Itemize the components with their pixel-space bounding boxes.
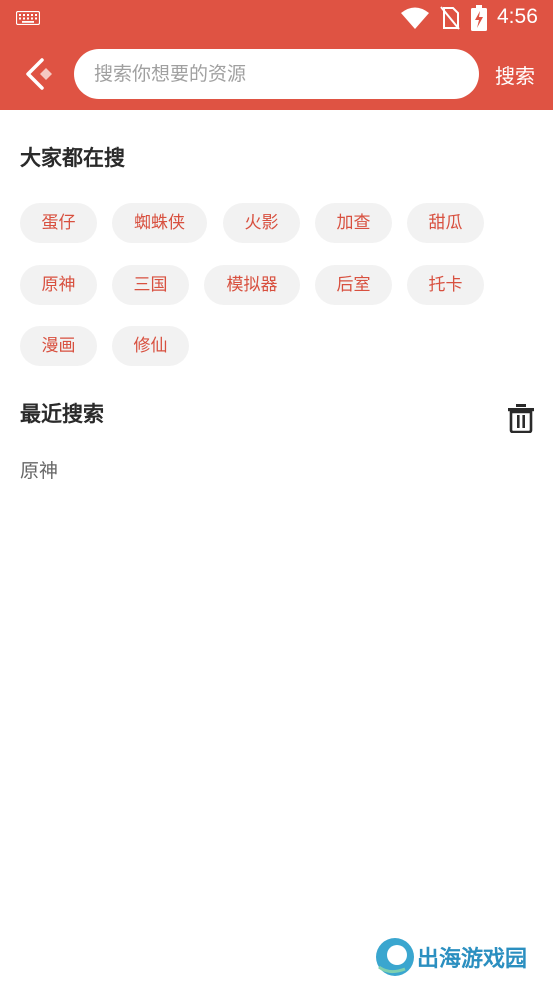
hot-tag[interactable]: 漫画 (20, 326, 97, 366)
watermark: 出海游戏园 (375, 937, 535, 977)
wifi-icon (401, 7, 429, 29)
hot-tag[interactable]: 蜘蛛侠 (112, 203, 207, 243)
recent-searches-title: 最近搜索 (20, 402, 104, 426)
status-bar: 4:56 (0, 0, 553, 36)
hot-tag[interactable]: 模拟器 (204, 265, 300, 305)
hot-tag[interactable]: 三国 (112, 265, 189, 305)
hot-searches-title: 大家都在搜 (20, 146, 125, 170)
search-input[interactable] (94, 49, 464, 99)
search-box[interactable] (74, 49, 479, 99)
hot-tag[interactable]: 甜瓜 (407, 203, 484, 243)
watermark-text: 出海游戏园 (417, 947, 528, 972)
back-button[interactable] (18, 54, 58, 94)
no-sim-icon (440, 6, 460, 30)
status-time: 4:56 (497, 5, 538, 28)
app-header: 4:56 搜索 (0, 0, 553, 110)
hot-tag[interactable]: 蛋仔 (20, 203, 97, 243)
hot-tag[interactable]: 修仙 (112, 326, 189, 366)
recent-search-item[interactable]: 原神 (20, 456, 58, 483)
hot-tag[interactable]: 加查 (315, 203, 392, 243)
trash-icon[interactable] (507, 403, 535, 433)
hot-tag[interactable]: 火影 (223, 203, 300, 243)
keyboard-icon (16, 11, 40, 25)
battery-charging-icon (471, 5, 487, 31)
watermark-logo-icon (376, 938, 414, 976)
hot-tag[interactable]: 后室 (315, 265, 392, 305)
hot-tag[interactable]: 托卡 (407, 265, 484, 305)
search-button[interactable]: 搜索 (495, 60, 535, 89)
hot-tag[interactable]: 原神 (20, 265, 97, 305)
